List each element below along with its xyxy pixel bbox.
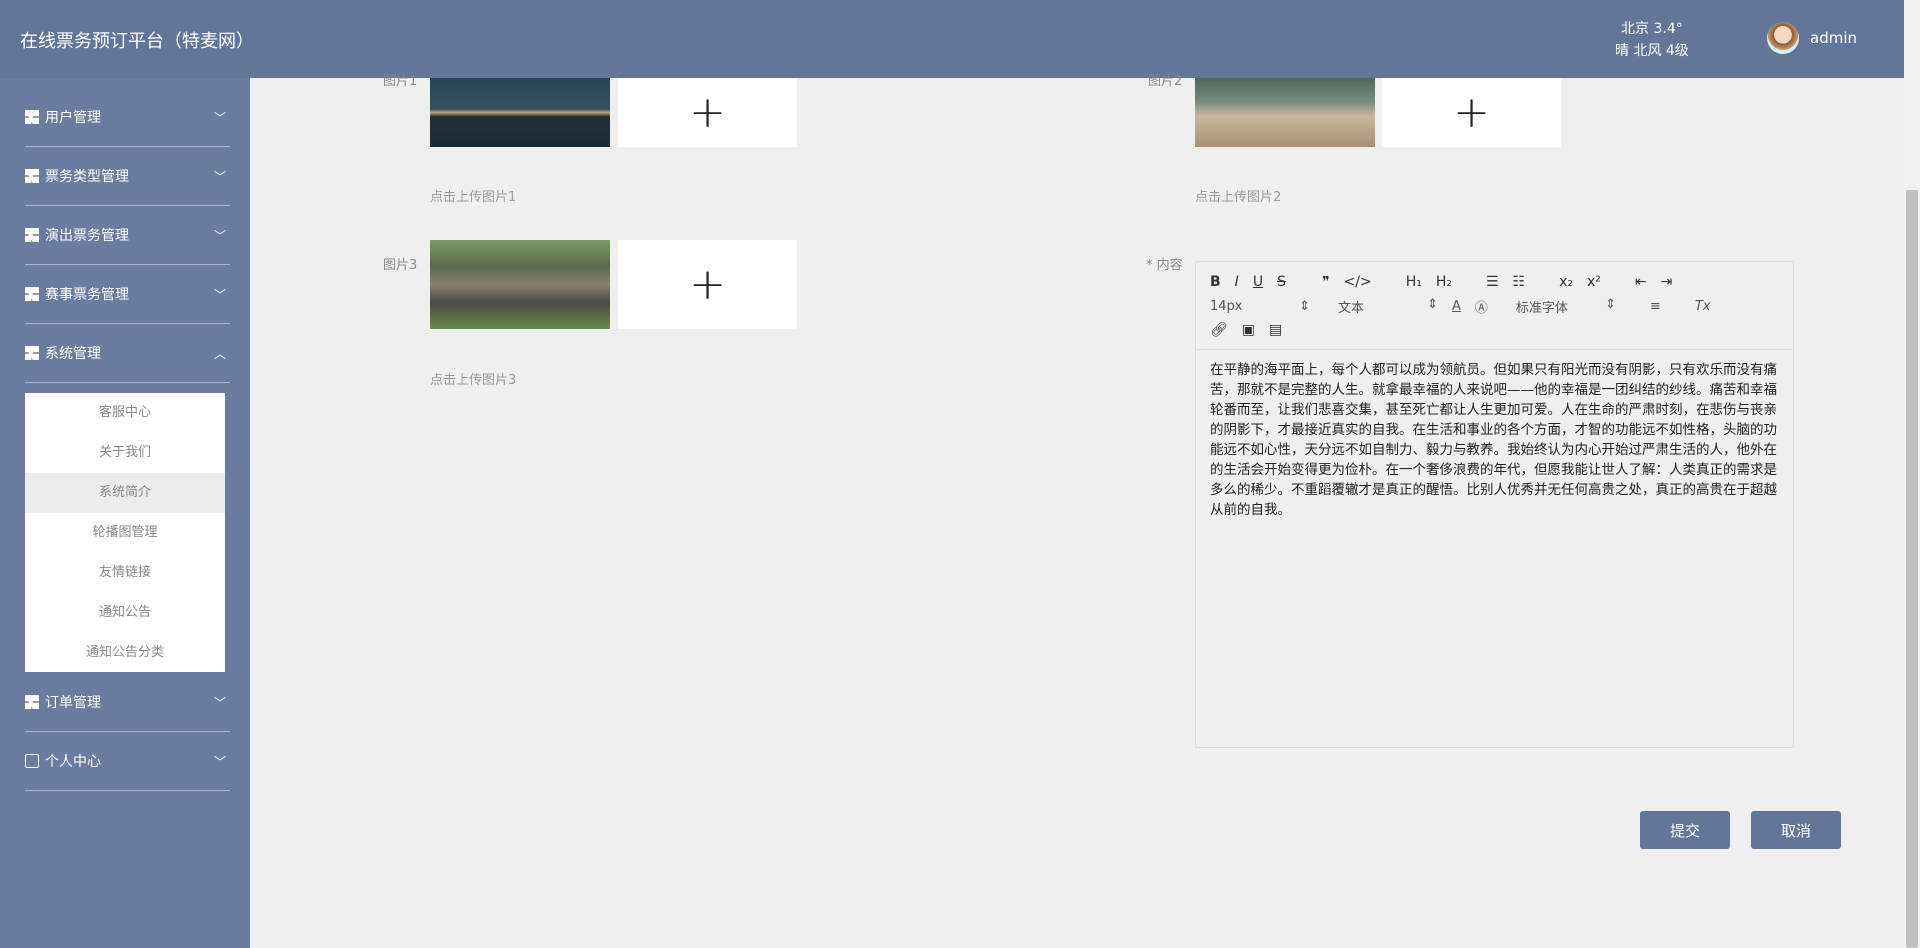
- sidebar-item-system[interactable]: 系统管理 ︿: [25, 324, 230, 383]
- image1-thumbnail[interactable]: [430, 78, 610, 147]
- cancel-button[interactable]: 取消: [1751, 811, 1841, 849]
- username[interactable]: admin: [1810, 29, 1857, 47]
- font-size-select[interactable]: 14px ⇕: [1210, 299, 1310, 314]
- video-icon[interactable]: ▤: [1269, 322, 1282, 338]
- bullet-list-icon[interactable]: ☷: [1513, 274, 1526, 290]
- superscript-icon[interactable]: x²: [1587, 274, 1601, 290]
- image3-upload-button[interactable]: +: [618, 240, 797, 329]
- editor-content[interactable]: 在平静的海平面上，每个人都可以成为领航员。但如果只有阳光而没有阴影，只有欢乐而没…: [1196, 350, 1793, 530]
- editor-toolbar: BIUS ❞ </> H₁ H₂ ☰ ☷ x₂ x² ⇤ ⇥ 14px ⇕ 文本 ⇕ A Ⓐ…: [1196, 262, 1793, 350]
- image-icon[interactable]: ▣: [1242, 322, 1255, 338]
- clear-format-icon[interactable]: Tx: [1695, 299, 1711, 314]
- text-color-icon[interactable]: A: [1452, 299, 1461, 314]
- sidebar-item-orders[interactable]: 订单管理 ﹀: [25, 673, 230, 732]
- chevron-down-icon: ﹀: [213, 228, 226, 243]
- sidebar-item-event-tickets[interactable]: 赛事票务管理 ﹀: [25, 265, 230, 324]
- image3-label: 图片3: [383, 258, 418, 273]
- strike-icon[interactable]: S: [1277, 274, 1286, 290]
- submenu-customer-service[interactable]: 客服中心: [25, 393, 225, 433]
- image2-thumbnail[interactable]: [1195, 78, 1375, 147]
- image1-upload-button[interactable]: +: [618, 78, 797, 147]
- chevron-up-icon: ︿: [213, 346, 226, 361]
- font-family-select[interactable]: 标准字体 ⇕: [1516, 297, 1616, 316]
- weather-desc: 晴 北风 4级: [1615, 43, 1689, 59]
- image1-label: 图片1: [383, 74, 418, 89]
- image2-label: 图片2: [1148, 74, 1183, 89]
- align-icon[interactable]: ≡: [1650, 299, 1661, 314]
- rich-text-editor: BIUS ❞ </> H₁ H₂ ☰ ☷ x₂ x² ⇤ ⇥ 14px ⇕ 文本 ⇕ A Ⓐ…: [1195, 261, 1794, 748]
- header-select[interactable]: 文本 ⇕: [1338, 297, 1438, 316]
- sidebar-item-show-tickets[interactable]: 演出票务管理 ﹀: [25, 206, 230, 265]
- submit-button[interactable]: 提交: [1640, 811, 1730, 849]
- grid-icon: [25, 695, 39, 709]
- grid-icon: [25, 287, 39, 301]
- submenu-about-us[interactable]: 关于我们: [25, 433, 225, 473]
- h2-icon[interactable]: H₂: [1436, 274, 1452, 290]
- chevron-down-icon: ﹀: [213, 169, 226, 184]
- submenu-carousel[interactable]: 轮播图管理: [25, 513, 225, 553]
- briefcase-icon: [25, 169, 39, 183]
- chevron-down-icon: ﹀: [213, 695, 226, 710]
- app-title: 在线票务预订平台（特麦网）: [20, 31, 254, 52]
- content-label: * 内容: [1146, 258, 1183, 273]
- menu-label: 订单管理: [45, 695, 101, 711]
- image2-upload-button[interactable]: +: [1382, 78, 1561, 147]
- weather-temp: 北京 3.4°: [1621, 21, 1683, 37]
- menu-label: 票务类型管理: [45, 169, 129, 185]
- chevron-down-icon: ﹀: [213, 754, 226, 769]
- clipboard-icon: [25, 346, 39, 360]
- scrollbar-thumb[interactable]: [1906, 190, 1918, 948]
- chevron-down-icon: ﹀: [213, 110, 226, 125]
- font-size-value: 14px: [1210, 298, 1243, 314]
- menu-label: 个人中心: [45, 754, 101, 770]
- ordered-list-icon[interactable]: ☰: [1486, 274, 1499, 290]
- image2-hint: 点击上传图片2: [1195, 190, 1282, 205]
- font-family-value: 标准字体: [1515, 300, 1568, 316]
- menu-label: 系统管理: [45, 346, 101, 362]
- image1-hint: 点击上传图片1: [430, 190, 517, 205]
- italic-icon[interactable]: I: [1235, 274, 1239, 290]
- menu-label: 用户管理: [45, 110, 101, 126]
- submenu-notice-categories[interactable]: 通知公告分类: [25, 633, 225, 673]
- image3-thumbnail[interactable]: [430, 240, 610, 329]
- avatar[interactable]: [1767, 22, 1799, 54]
- code-icon[interactable]: </>: [1344, 274, 1372, 290]
- indent-icon[interactable]: ⇥: [1661, 274, 1673, 290]
- underline-icon[interactable]: U: [1253, 274, 1263, 290]
- blockquote-icon[interactable]: ❞: [1322, 274, 1330, 290]
- grid-icon: [25, 110, 39, 124]
- h1-icon[interactable]: H₁: [1406, 274, 1422, 290]
- submenu-links[interactable]: 友情链接: [25, 553, 225, 593]
- card-icon: [25, 754, 39, 768]
- top-header: 在线票务预订平台（特麦网） 北京 3.4° 晴 北风 4级 admin: [0, 0, 1904, 78]
- sidebar-item-profile[interactable]: 个人中心 ﹀: [25, 732, 230, 791]
- weather-widget: 北京 3.4° 晴 北风 4级: [1615, 18, 1689, 62]
- sidebar-item-ticket-types[interactable]: 票务类型管理 ﹀: [25, 147, 230, 206]
- menu-label: 赛事票务管理: [45, 287, 129, 303]
- menu-label: 演出票务管理: [45, 228, 129, 244]
- outdent-icon[interactable]: ⇤: [1635, 274, 1647, 290]
- sidebar-item-users[interactable]: 用户管理 ﹀: [25, 88, 230, 147]
- chevron-down-icon: ﹀: [213, 287, 226, 302]
- grid-icon: [25, 228, 39, 242]
- background-color-icon[interactable]: Ⓐ: [1475, 297, 1488, 316]
- system-submenu: 客服中心 关于我们 系统简介 轮播图管理 友情链接 通知公告 通知公告分类: [25, 393, 225, 672]
- submenu-system-intro[interactable]: 系统简介: [25, 473, 225, 513]
- header-value: 文本: [1338, 300, 1365, 316]
- submenu-notices[interactable]: 通知公告: [25, 593, 225, 633]
- image3-hint: 点击上传图片3: [430, 373, 517, 388]
- subscript-icon[interactable]: x₂: [1559, 274, 1573, 290]
- bold-icon[interactable]: B: [1210, 274, 1221, 290]
- link-icon[interactable]: 🔗︎: [1210, 322, 1228, 338]
